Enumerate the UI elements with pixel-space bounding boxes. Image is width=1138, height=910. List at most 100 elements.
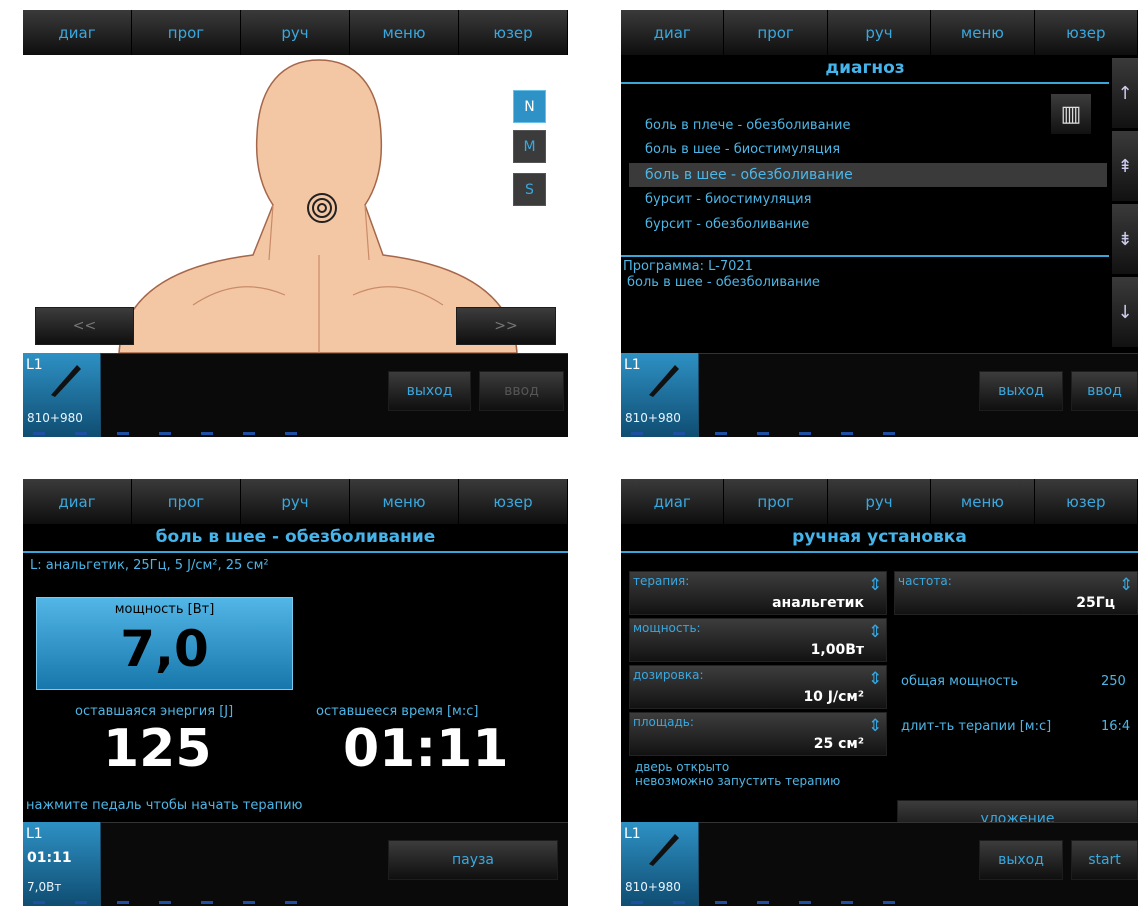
time-value: 01:11 <box>343 719 509 779</box>
duration-value: 16:4 <box>1101 719 1131 734</box>
nav-prog[interactable]: прог <box>724 479 828 524</box>
laser-value: 810+980 <box>625 880 681 894</box>
screen-therapy-run: диаг прог руч меню юзер боль в шее - обе… <box>23 479 568 906</box>
bottom-bar: L1 810+980 выход start <box>621 822 1138 906</box>
nav-bar: диаг прог руч меню юзер <box>621 10 1138 55</box>
nav-prog[interactable]: прог <box>724 10 828 55</box>
exit-button[interactable]: выход <box>388 371 471 411</box>
time-label: оставшееся время [м:с] <box>316 704 479 719</box>
exit-button[interactable]: выход <box>979 371 1063 411</box>
page-title: ручная установка <box>621 527 1138 553</box>
nav-user[interactable]: юзер <box>1034 479 1138 524</box>
page-title: боль в шее - обезболивание <box>23 527 568 553</box>
size-s-button[interactable]: S <box>513 173 546 206</box>
scroll-bottom-icon[interactable]: ↓ <box>1112 277 1138 347</box>
screen-manual-setup: диаг прог руч меню юзер ручная установка… <box>621 479 1138 906</box>
list-item[interactable]: боль в плече - обезболивание <box>629 114 1107 138</box>
updown-arrow-icon[interactable]: ⇕ <box>868 671 882 688</box>
power-panel[interactable]: мощность [Вт] 7,0 <box>36 597 293 690</box>
nav-diag[interactable]: диаг <box>23 10 132 55</box>
updown-arrow-icon[interactable]: ⇕ <box>868 718 882 735</box>
therapy-label: терапия: <box>633 574 690 588</box>
nav-manual[interactable]: руч <box>827 479 932 524</box>
nav-diag[interactable]: диаг <box>621 479 725 524</box>
dose-field[interactable]: дозировка: 10 J/см² ⇕ <box>629 665 887 709</box>
scroll-top-icon[interactable]: ↑ <box>1112 58 1138 128</box>
updown-arrow-icon[interactable]: ⇕ <box>868 624 882 641</box>
laser-power: 7,0Вт <box>27 880 62 894</box>
nav-menu[interactable]: меню <box>350 10 459 55</box>
status-dots <box>631 901 895 904</box>
next-button[interactable]: >> <box>456 307 556 345</box>
laser-indicator[interactable]: L1 810+980 <box>621 822 699 906</box>
energy-value: 125 <box>103 719 212 779</box>
status-dots <box>33 432 297 435</box>
laser-label: L1 <box>26 357 43 373</box>
nav-bar: диаг прог руч меню юзер <box>23 479 568 524</box>
page-up-icon[interactable]: ⇞ <box>1112 131 1138 201</box>
frequency-field[interactable]: частота: 25Гц ⇕ <box>894 571 1138 615</box>
laser-indicator[interactable]: L1 810+980 <box>23 353 101 437</box>
nav-prog[interactable]: прог <box>132 10 241 55</box>
screen-diagnosis: диаг прог руч меню юзер диагноз ▥ боль в… <box>621 10 1138 437</box>
power-field[interactable]: мощность: 1,00Вт ⇕ <box>629 618 887 662</box>
duration-label: длит-ть терапии [м:с] <box>901 719 1052 734</box>
nav-user[interactable]: юзер <box>1034 10 1138 55</box>
nav-diag[interactable]: диаг <box>23 479 132 524</box>
program-name: боль в шее - обезболивание <box>627 275 820 290</box>
power-label: мощность: <box>633 621 701 635</box>
program-params: L: анальгетик, 25Гц, 5 J/см², 25 см² <box>30 558 269 573</box>
divider <box>621 255 1109 257</box>
energy-label: оставшаяся энергия [J] <box>75 704 234 719</box>
laser-pen-icon <box>649 834 679 866</box>
updown-arrow-icon[interactable]: ⇕ <box>1119 577 1133 594</box>
nav-diag[interactable]: диаг <box>621 10 725 55</box>
nav-menu[interactable]: меню <box>931 479 1035 524</box>
screen-body-map: диаг прог руч меню юзер N M S << >> L1 8… <box>23 10 568 437</box>
dose-value: 10 J/см² <box>803 689 864 705</box>
status-dots <box>33 901 297 904</box>
exit-button[interactable]: выход <box>979 840 1063 880</box>
list-item-selected[interactable]: боль в шее - обезболивание <box>629 163 1107 187</box>
dose-label: дозировка: <box>633 668 704 682</box>
nav-manual[interactable]: руч <box>241 479 350 524</box>
enter-button[interactable]: ввод <box>479 371 564 411</box>
prev-button[interactable]: << <box>35 307 134 345</box>
list-item[interactable]: бурсит - биостимуляция <box>629 188 1107 212</box>
total-power-label: общая мощность <box>901 674 1018 689</box>
therapy-field[interactable]: терапия: анальгетик ⇕ <box>629 571 887 615</box>
door-warning: невозможно запустить терапию <box>635 774 841 788</box>
laser-time: 01:11 <box>27 850 72 866</box>
list-item[interactable]: бурсит - обезболивание <box>629 213 1107 237</box>
door-status: дверь открыто <box>635 760 730 774</box>
nav-bar: диаг прог руч меню юзер <box>23 10 568 55</box>
nav-prog[interactable]: прог <box>132 479 241 524</box>
nav-menu[interactable]: меню <box>350 479 459 524</box>
area-label: площадь: <box>633 715 694 729</box>
frequency-value: 25Гц <box>1076 595 1115 611</box>
nav-menu[interactable]: меню <box>931 10 1035 55</box>
page-title: диагноз <box>621 58 1109 84</box>
power-value: 1,00Вт <box>810 642 864 658</box>
page-down-icon[interactable]: ⇟ <box>1112 204 1138 274</box>
bottom-bar: L1 810+980 выход ввод <box>23 353 568 437</box>
nav-manual[interactable]: руч <box>241 10 350 55</box>
enter-button[interactable]: ввод <box>1071 371 1138 411</box>
start-button[interactable]: start <box>1071 840 1138 880</box>
size-m-button[interactable]: M <box>513 130 546 163</box>
area-field[interactable]: площадь: 25 см² ⇕ <box>629 712 887 756</box>
frequency-label: частота: <box>898 574 952 588</box>
laser-indicator[interactable]: L1 810+980 <box>621 353 699 437</box>
pause-button[interactable]: пауза <box>388 840 558 880</box>
nav-user[interactable]: юзер <box>459 10 568 55</box>
area-value: 25 см² <box>813 736 864 752</box>
list-item[interactable]: боль в шее - биостимуляция <box>629 138 1107 162</box>
laser-pen-icon <box>649 365 679 397</box>
total-power-value: 250 <box>1101 674 1126 689</box>
updown-arrow-icon[interactable]: ⇕ <box>868 577 882 594</box>
nav-bar: диаг прог руч меню юзер <box>621 479 1138 524</box>
nav-manual[interactable]: руч <box>827 10 932 55</box>
laser-indicator[interactable]: L1 01:11 7,0Вт <box>23 822 101 906</box>
size-n-button[interactable]: N <box>513 90 546 123</box>
nav-user[interactable]: юзер <box>459 479 568 524</box>
